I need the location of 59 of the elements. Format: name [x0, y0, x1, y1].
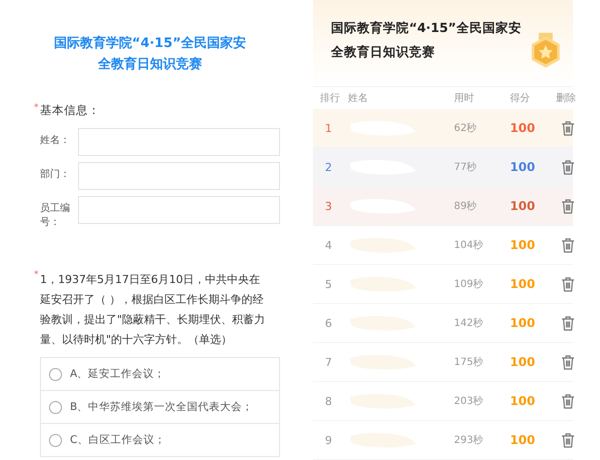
rank-number: 6: [325, 316, 332, 330]
trash-icon[interactable]: [561, 432, 575, 448]
time-cell-text: 175秒: [454, 356, 484, 369]
rank-number: 7: [325, 356, 332, 368]
column-header: 用时: [454, 92, 475, 105]
leaderboard-title: 国际教育学院“4·15”全民国家安全教育日知识竞赛: [331, 19, 522, 61]
trash-icon[interactable]: [561, 394, 575, 408]
column-header: 得分: [510, 92, 531, 105]
score-cell-text: 100: [510, 433, 536, 447]
time-cell-text: 62秒: [454, 122, 478, 135]
input-field[interactable]: [78, 128, 280, 156]
section-label: 基本信息：: [40, 103, 100, 118]
rank-number: 8: [325, 394, 332, 408]
radio-button[interactable]: [49, 368, 62, 380]
trash-icon[interactable]: [561, 120, 575, 136]
trash-icon[interactable]: [561, 198, 575, 214]
time-cell-text: 109秒: [454, 278, 484, 291]
score-cell-text: 100: [510, 160, 536, 174]
score-cell-text: 100: [510, 355, 536, 369]
input-field[interactable]: [78, 162, 280, 190]
score-cell-text: 100: [510, 316, 536, 330]
input-field[interactable]: [78, 196, 280, 224]
rank-number: 3: [325, 200, 332, 212]
answer-option[interactable]: C、白区工作会议；: [40, 423, 280, 457]
time-cell-text: 77秒: [454, 160, 478, 174]
trash-icon[interactable]: [561, 276, 575, 292]
form-title: 国际教育学院“4·15”全民国家安全教育日知识竞赛: [52, 34, 248, 74]
field-label: 员工编号：: [40, 202, 71, 230]
score-cell-text: 100: [510, 277, 536, 291]
required-mark: *: [34, 103, 40, 113]
rank-number: 5: [325, 278, 332, 290]
field-label: 部门：: [40, 168, 71, 182]
score-cell-text: 100: [510, 394, 536, 408]
trash-icon[interactable]: [561, 238, 575, 252]
trash-icon[interactable]: [561, 316, 575, 330]
radio-button[interactable]: [49, 400, 62, 414]
score-cell-text: 100: [510, 238, 536, 252]
rank-number: 4: [325, 238, 332, 252]
trash-icon[interactable]: [561, 354, 575, 370]
time-cell-text: 89秒: [454, 200, 478, 213]
column-header: 姓名: [348, 92, 369, 105]
rank-number: 2: [325, 160, 332, 174]
radio-button[interactable]: [49, 434, 62, 446]
time-cell-text: 104秒: [454, 238, 484, 252]
answer-option[interactable]: B、中华苏维埃第一次全国代表大会；: [40, 390, 280, 424]
time-cell-text: 293秒: [454, 434, 484, 447]
field-label: 姓名：: [40, 134, 71, 148]
score-cell-text: 100: [510, 121, 536, 135]
column-header: 排行: [320, 92, 341, 105]
question-text: 1，1937年5月17日至6月10日，中共中央在延安召开了（ ），根据白区工作长期斗争的经验教训，提出了"隐蔽精干、长期埋伏、积蓄力量、以待时机"的十六字方针。（单选）: [40, 272, 266, 348]
score-cell-text: 100: [510, 199, 536, 213]
rank-number: 1: [325, 122, 332, 134]
required-mark: *: [34, 270, 40, 282]
time-cell-text: 142秒: [454, 316, 484, 330]
column-header: 删除: [556, 92, 576, 105]
trash-icon[interactable]: [561, 160, 575, 174]
answer-option[interactable]: A、延安工作会议；: [40, 357, 280, 391]
rank-number: 9: [325, 434, 332, 446]
time-cell-text: 203秒: [454, 394, 484, 408]
